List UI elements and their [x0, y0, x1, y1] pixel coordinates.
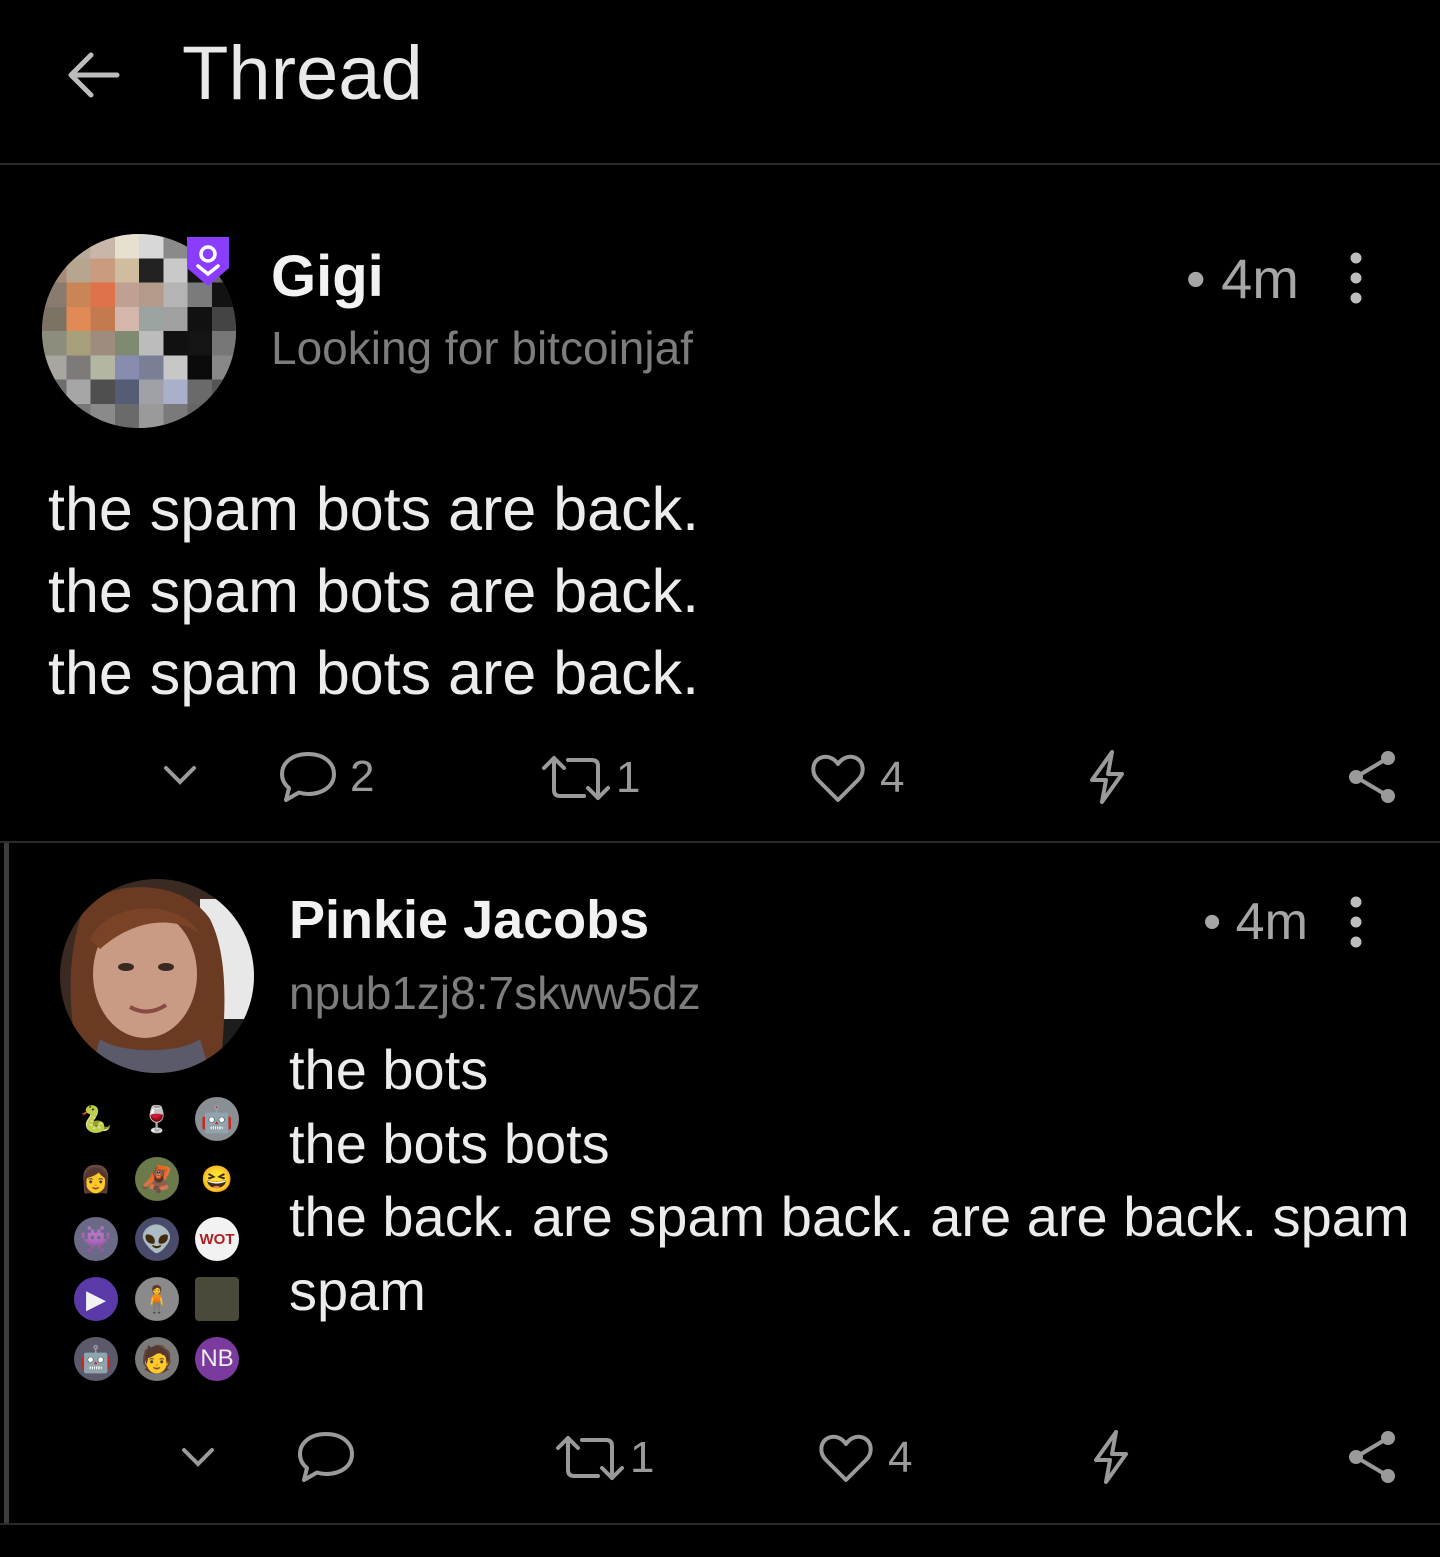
content-line: the bots: [289, 1038, 489, 1101]
content-line: spam: [289, 1258, 426, 1322]
author-name[interactable]: Pinkie Jacobs: [289, 889, 649, 951]
reply-button[interactable]: [296, 1428, 368, 1486]
repost-count: 1: [630, 1433, 655, 1482]
kebab-menu-icon: [1350, 252, 1362, 304]
comment-icon: [280, 752, 336, 802]
purple-robot-badge-icon[interactable]: 👾: [74, 1217, 118, 1261]
woman-badge-icon[interactable]: 👩: [74, 1157, 118, 1201]
nb-badge[interactable]: NB: [195, 1337, 239, 1381]
like-count: 4: [888, 1433, 913, 1482]
thread-header: Thread: [0, 0, 1440, 165]
repost-button[interactable]: 1: [540, 752, 640, 804]
divider: [0, 1523, 1440, 1525]
arrow-left-icon: [68, 52, 120, 98]
chevron-down-icon: [164, 766, 196, 785]
like-count: 4: [880, 753, 905, 802]
lightning-icon: [1094, 1430, 1128, 1484]
content-line: the spam bots are back.: [48, 557, 700, 625]
content-line: the bots bots: [289, 1111, 610, 1175]
laughing-face-badge-icon[interactable]: 😆: [195, 1157, 239, 1201]
author-subtitle: npub1zj8:7skww5dz: [289, 967, 701, 1019]
profile-photo: [60, 879, 254, 1073]
badge-grid: 🐍 🍷 🤖 👩 🦧 😆 👾 👽 WOT ▶ 🧍 🤖 🧑 NB: [0, 0, 239, 1381]
repost-icon: [542, 756, 610, 800]
snake-badge-icon[interactable]: 🐍: [74, 1097, 118, 1141]
robot-badge-icon[interactable]: 🤖: [195, 1097, 239, 1141]
post-content: the spam bots are back. the spam bots ar…: [48, 468, 699, 714]
divider: [0, 841, 1440, 843]
heart-icon: [811, 754, 865, 802]
share-icon: [1349, 751, 1395, 803]
like-button[interactable]: 4: [818, 1432, 912, 1484]
camo-badge-icon[interactable]: [195, 1277, 239, 1321]
more-options-button[interactable]: [1334, 896, 1378, 948]
comment-icon: [298, 1432, 354, 1482]
content-line: the spam bots are back.: [48, 475, 700, 543]
back-button[interactable]: [58, 40, 128, 110]
wine-glass-badge-icon[interactable]: 🍷: [135, 1097, 179, 1141]
lightning-icon: [1090, 750, 1124, 804]
share-icon: [1349, 1431, 1395, 1483]
post-timestamp: • 4m: [1186, 247, 1299, 310]
author-name[interactable]: Gigi: [271, 243, 384, 310]
more-options-button[interactable]: [1334, 252, 1378, 304]
reply-button[interactable]: 2: [278, 748, 374, 806]
wot-badge-icon[interactable]: WOT: [195, 1217, 239, 1261]
reply-count: 2: [350, 752, 375, 801]
like-button[interactable]: 4: [810, 752, 904, 804]
repost-icon: [556, 1436, 624, 1480]
share-button[interactable]: [1344, 1428, 1400, 1486]
repost-button[interactable]: 1: [554, 1432, 654, 1484]
expand-button[interactable]: [160, 758, 200, 794]
reply-timestamp: • 4m: [1203, 893, 1308, 951]
content-line: the back. are spam back. are are back. s…: [289, 1185, 1410, 1248]
expand-button[interactable]: [178, 1440, 218, 1476]
share-button[interactable]: [1344, 748, 1400, 806]
alien-badge-icon[interactable]: 👽: [135, 1217, 179, 1261]
zap-button[interactable]: [1090, 1428, 1132, 1486]
content-line: the spam bots are back.: [48, 639, 700, 707]
play-badge-icon[interactable]: ▶: [74, 1277, 118, 1321]
chevron-down-icon: [182, 1448, 214, 1467]
author-subtitle: Looking for bitcoinjaf: [271, 322, 693, 374]
page-title: Thread: [182, 31, 423, 116]
kebab-menu-icon: [1350, 896, 1362, 948]
repost-count: 1: [616, 753, 641, 802]
thread-line: [4, 843, 9, 1525]
pixel-figure-badge-icon[interactable]: 🧑: [135, 1337, 179, 1381]
verified-badge-icon: [184, 234, 232, 288]
heart-icon: [819, 1434, 873, 1482]
pixel-robot-badge-icon[interactable]: 🤖: [74, 1337, 118, 1381]
figure-badge-icon[interactable]: 🧍: [135, 1277, 179, 1321]
avatar[interactable]: [60, 879, 254, 1073]
zap-button[interactable]: [1086, 748, 1128, 806]
reply-content: the bots the bots bots the back. are spa…: [289, 1033, 1419, 1327]
ape-badge-icon[interactable]: 🦧: [135, 1157, 179, 1201]
